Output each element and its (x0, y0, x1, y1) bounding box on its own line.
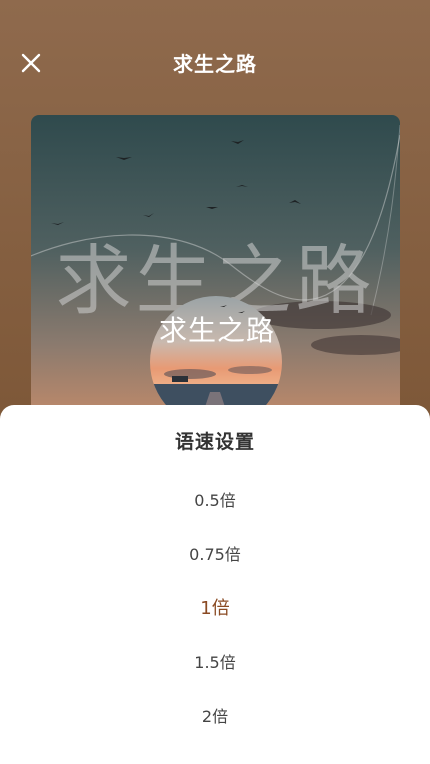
speed-option-2x[interactable]: 2倍 (0, 688, 430, 742)
disc-title: 求生之路 (158, 314, 275, 347)
speed-option-0.5x[interactable]: 0.5倍 (0, 472, 430, 526)
speed-option-1.5x[interactable]: 1.5倍 (0, 634, 430, 688)
speed-option-0.75x[interactable]: 0.75倍 (0, 526, 430, 580)
speed-option-1x-selected[interactable]: 1倍 (0, 580, 430, 634)
top-bar: 求生之路 (0, 36, 430, 88)
page-title: 求生之路 (173, 52, 257, 76)
player-screen: 求生之路 求生之路 求生之路 语速设置 0.5倍 0.75倍 1倍 1.5倍 2… (0, 0, 430, 764)
sheet-title: 语速设置 (174, 431, 255, 453)
speed-settings-sheet: 语速设置 0.5倍 0.75倍 1倍 1.5倍 2倍 (0, 405, 430, 764)
